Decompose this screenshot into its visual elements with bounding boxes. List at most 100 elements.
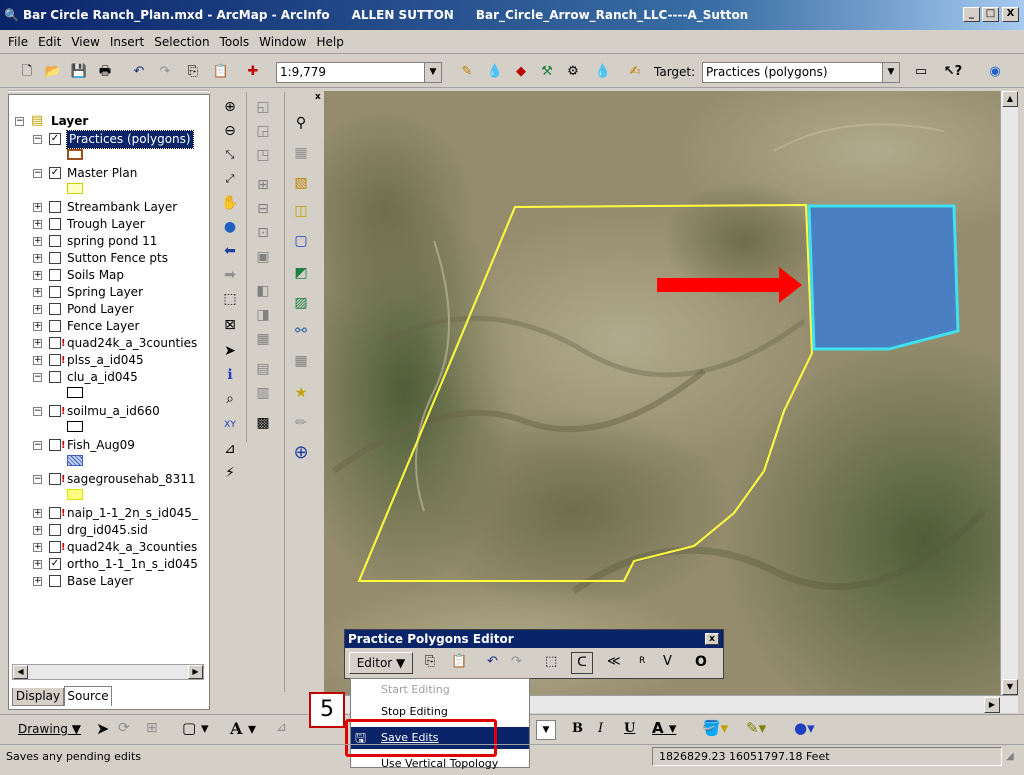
rectangle-icon[interactable]: ▢ ▾ [182,719,208,737]
maximize-button[interactable]: □ [982,7,999,22]
print-icon[interactable]: 🖶 [94,61,116,83]
layer-overlay-icon[interactable]: ◫ [289,200,313,222]
identify-icon[interactable]: ℹ [218,364,242,386]
cut-polygon-icon[interactable]: ≪ [607,654,621,669]
close-icon[interactable]: x [705,633,719,645]
target-combo[interactable]: Practices (polygons) ▼ [702,62,900,83]
layout-select-icon[interactable]: ▤ [251,358,275,380]
font-color-icon[interactable]: A ▾ [652,719,676,737]
menu-view[interactable]: View [71,35,99,49]
pan-hand-icon[interactable]: ✋ [218,192,242,214]
layout-page-icon[interactable]: ▣ [251,246,275,268]
map-book-icon[interactable]: ▧ [289,172,313,194]
expand-icon[interactable]: + [33,254,42,263]
full-extent-globe-icon[interactable]: ● [218,216,242,238]
collapse-icon[interactable]: − [33,169,42,178]
bold-button[interactable]: B [572,721,583,736]
layer-checkbox[interactable]: ✓ [49,558,61,570]
expand-icon[interactable]: + [33,560,42,569]
back-arrow-icon[interactable]: ⬅ [218,240,242,262]
menu-window[interactable]: Window [259,35,306,49]
expand-icon[interactable]: + [33,305,42,314]
edit-tool-icon[interactable]: ⬚ [545,654,557,669]
sketch-tool-icon[interactable]: ✍ [624,61,646,83]
layer-symbol[interactable] [67,455,83,466]
fixed-zoom-in-icon[interactable]: ⤡ [218,144,242,166]
pencil-icon[interactable]: ✏ [289,412,313,434]
window-icon[interactable]: ▭ [910,61,932,83]
layer-checkbox[interactable] [49,201,61,213]
layer-checkbox[interactable] [49,575,61,587]
go-to-xy-icon[interactable]: XY [218,414,242,436]
italic-button[interactable]: I [598,721,603,736]
zoom-whole-page-icon[interactable]: ⊞ [146,720,158,736]
layout-full-icon[interactable]: ⊡ [251,222,275,244]
expand-icon[interactable]: + [33,271,42,280]
expand-icon[interactable]: + [33,237,42,246]
map-vertical-scrollbar[interactable]: ▲ ▼ [1000,91,1018,695]
chevron-down-icon[interactable]: ▼ [882,63,899,82]
editor-menu-button[interactable]: Editor ▼ [349,652,413,674]
layer-symbol[interactable] [67,149,83,160]
catalog-tool-icon[interactable]: ▦ [289,142,313,164]
expand-icon[interactable]: + [33,203,42,212]
collapse-icon[interactable]: − [33,441,42,450]
fixed-zoom-out-icon[interactable]: ⤢ [218,168,242,190]
scroll-up-icon[interactable]: ▲ [1002,91,1018,107]
layer-checkbox[interactable]: ✓ [49,167,61,179]
layer-checkbox[interactable] [49,473,61,485]
zoom-out-icon[interactable]: ⊖ [218,120,242,142]
layer-checkbox[interactable] [49,218,61,230]
paste-icon[interactable]: 📋 [210,61,232,83]
expand-icon[interactable]: + [33,322,42,331]
collapse-icon[interactable]: − [33,373,42,382]
layer-symbol[interactable] [67,183,83,194]
layer-checkbox[interactable]: ✓ [49,133,61,145]
copy-icon[interactable]: ⎘ [182,61,204,83]
collapse-icon[interactable]: − [33,135,42,144]
layer-checkbox[interactable] [49,405,61,417]
toc-horizontal-scrollbar[interactable]: ◀ ▶ [12,664,204,680]
layer-checkbox[interactable] [49,371,61,383]
route-icon[interactable]: ⚯ [289,320,313,342]
hydro-icon[interactable]: 💧 [592,61,614,83]
layer-pan-icon[interactable]: ◳ [251,144,275,166]
layer-checkbox[interactable] [49,439,61,451]
layout-zoom-out-icon[interactable]: ⊟ [251,198,275,220]
select-features-icon[interactable]: ⬚ [218,288,242,310]
catalog-icon[interactable]: ◆ [510,61,532,83]
undo-icon[interactable]: ↶ [128,61,150,83]
open-folder-icon[interactable]: 📂 [42,61,64,83]
scroll-right-icon[interactable]: ▶ [188,665,203,679]
layer-checkbox[interactable] [49,541,61,553]
layer-checkbox[interactable] [49,303,61,315]
rotate-icon[interactable]: ⟳ [118,720,130,736]
layer-checkbox[interactable] [49,235,61,247]
tab-display[interactable]: Display [12,688,64,706]
redo-icon[interactable]: ↷ [511,654,522,669]
command-icon[interactable]: ⚙ [562,61,584,83]
reshape-icon[interactable]: R [639,656,645,666]
layout-forward-icon[interactable]: ◨ [251,304,275,326]
minimize-button[interactable]: _ [963,7,980,22]
select-arrow-icon[interactable]: ➤ [96,719,109,738]
layout-back-icon[interactable]: ◧ [251,280,275,302]
drawing-menu[interactable]: Drawing ▼ [18,722,81,736]
tab-source[interactable]: Source [64,686,112,706]
close-icon[interactable]: x [315,92,321,102]
expand-icon[interactable]: + [33,509,42,518]
save-icon[interactable]: 💾 [68,61,90,83]
scroll-down-icon[interactable]: ▼ [1002,679,1018,695]
expand-icon[interactable]: + [33,577,42,586]
layer-checkbox[interactable] [49,320,61,332]
layer-zoom-icon[interactable]: ◱ [251,96,275,118]
text-tool-icon[interactable]: A ▾ [230,719,256,738]
frame-icon[interactable]: ▢ [289,230,313,252]
hyperlink-lightning-icon[interactable]: ⚡ [218,462,242,484]
menu-tools[interactable]: Tools [220,35,250,49]
expand-icon[interactable]: + [33,339,42,348]
forward-arrow-icon[interactable]: ➡ [218,264,242,286]
undo-icon[interactable]: ↶ [487,654,498,669]
scroll-left-icon[interactable]: ◀ [13,665,28,679]
expand-icon[interactable]: + [33,220,42,229]
